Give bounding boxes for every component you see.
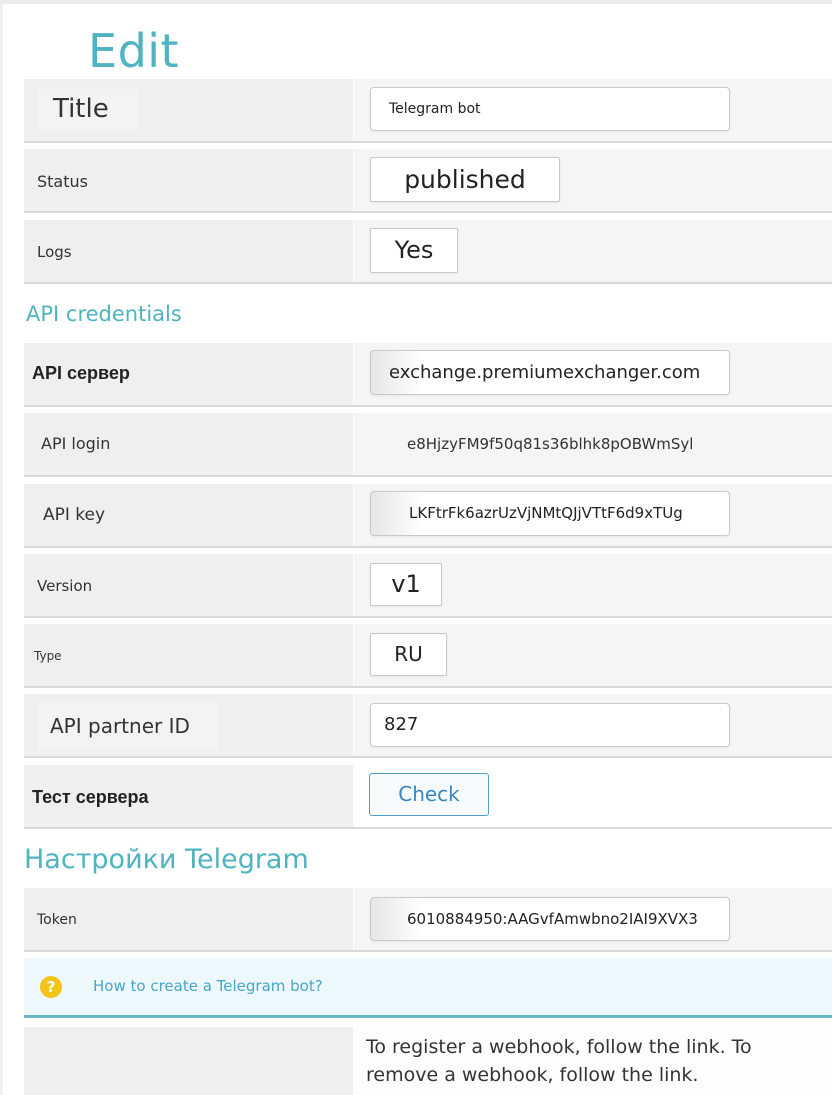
api-server-label: API сервер [32, 363, 130, 383]
status-label: Status [37, 172, 88, 191]
api-login-value[interactable]: e8HjzyFM9f50q81s36blhk8pOBWmSyl [407, 435, 693, 453]
version-label: Version [37, 577, 93, 595]
help-create-bot-link[interactable]: How to create a Telegram bot? [93, 977, 323, 995]
api-partner-row: API partner ID 827 [24, 694, 832, 758]
api-key-label: API key [43, 505, 106, 525]
test-server-row: Тест сервера Check [24, 765, 832, 829]
webhook-instructions: To register a webhook, follow the link. … [366, 1036, 752, 1086]
logs-select[interactable]: Yes [370, 228, 458, 273]
token-row: Token 6010884950:AAGvfAmwbno2IAI9XVX3 [24, 888, 832, 952]
type-label: Type [34, 649, 62, 663]
title-label: Title [53, 94, 109, 124]
token-input[interactable]: 6010884950:AAGvfAmwbno2IAI9XVX3 [370, 897, 730, 941]
api-credentials-heading: API credentials [26, 302, 182, 326]
check-button[interactable]: Check [369, 773, 489, 816]
api-server-input[interactable]: exchange.premiumexchanger.com [370, 350, 730, 395]
page-title: Edit [88, 24, 180, 78]
logs-row: Logs Yes [24, 220, 832, 284]
status-select[interactable]: published [370, 157, 560, 202]
api-partner-input[interactable]: 827 [370, 703, 730, 747]
version-select[interactable]: v1 [370, 563, 442, 606]
api-key-row: API key LKFtrFk6azrUzVjNMtQJjVTtF6d9xTUg [24, 484, 832, 548]
api-login-row: API login e8HjzyFM9f50q81s36blhk8pOBWmSy… [24, 413, 832, 477]
api-key-input[interactable]: LKFtrFk6azrUzVjNMtQJjVTtF6d9xTUg [370, 491, 730, 536]
status-row: Status published [24, 149, 832, 213]
telegram-settings-heading: Настройки Telegram [24, 844, 309, 875]
question-icon: ? [40, 976, 62, 998]
api-partner-label: API partner ID [50, 714, 190, 738]
type-row: Type RU [24, 624, 832, 688]
left-border [0, 4, 3, 1095]
type-select[interactable]: RU [370, 633, 447, 676]
logs-label: Logs [37, 243, 72, 261]
test-server-label: Тест сервера [32, 787, 149, 807]
version-row: Version v1 [24, 554, 832, 618]
title-input[interactable]: Telegram bot [370, 87, 730, 131]
top-border [0, 0, 832, 4]
help-info-bar: ? How to create a Telegram bot? [24, 958, 832, 1018]
webhook-row: To register a webhook, follow the link. … [24, 1027, 832, 1095]
token-label: Token [37, 912, 77, 928]
title-row: Title Telegram bot [24, 79, 832, 143]
api-server-row: API сервер exchange.premiumexchanger.com [24, 343, 832, 407]
api-login-label: API login [41, 434, 111, 453]
